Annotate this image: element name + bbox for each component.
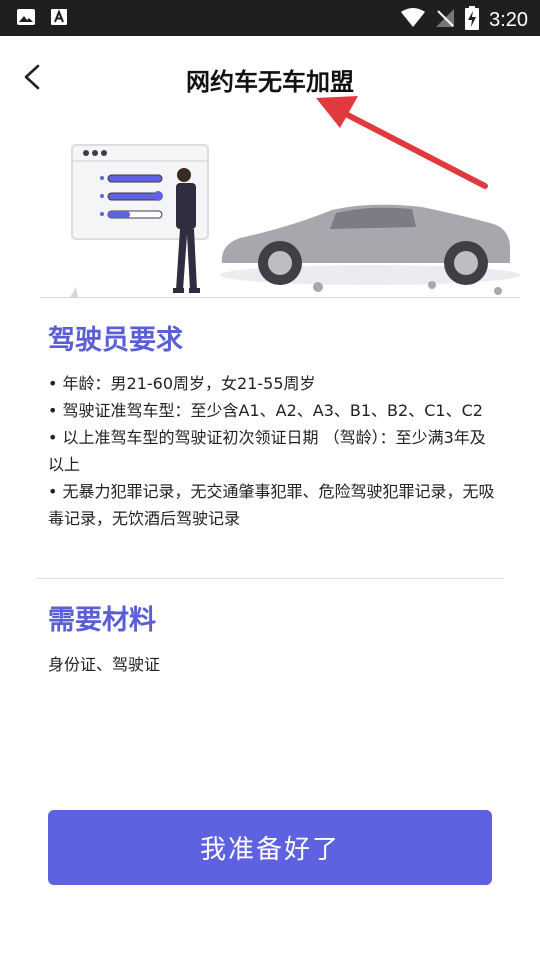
battery-charging-icon bbox=[465, 6, 480, 34]
wifi-icon bbox=[401, 8, 426, 32]
list-item: • 无暴力犯罪记录，无交通肇事犯罪、危险驾驶犯罪记录，无吸毒记录，无饮酒后驾驶记… bbox=[48, 482, 495, 528]
section-title-materials: 需要材料 bbox=[48, 605, 156, 636]
hero-ground-line bbox=[40, 297, 520, 298]
image-icon bbox=[16, 8, 36, 30]
hero-illustration bbox=[40, 135, 520, 300]
text-a-icon bbox=[50, 8, 68, 30]
materials-text: 身份证、驾驶证 bbox=[48, 655, 161, 674]
section-divider bbox=[36, 578, 504, 579]
no-signal-icon bbox=[435, 8, 455, 32]
status-time: 3:20 bbox=[489, 8, 528, 31]
section-title-driver-requirements: 驾驶员要求 bbox=[48, 325, 183, 356]
status-bar: 3:20 bbox=[0, 0, 540, 36]
list-item: • 以上准驾车型的驾驶证初次领证日期 （驾龄）：至少满3年及以上 bbox=[48, 428, 486, 474]
ready-button[interactable]: 我准备好了 bbox=[48, 810, 492, 885]
list-item: • 驾驶证准驾车型：至少含A1、A2、A3、B1、B2、C1、C2 bbox=[48, 401, 483, 420]
requirements-list: • 年龄：男21-60周岁，女21-55周岁 • 驾驶证准驾车型：至少含A1、A… bbox=[48, 370, 498, 532]
list-item: • 年龄：男21-60周岁，女21-55周岁 bbox=[48, 374, 316, 393]
